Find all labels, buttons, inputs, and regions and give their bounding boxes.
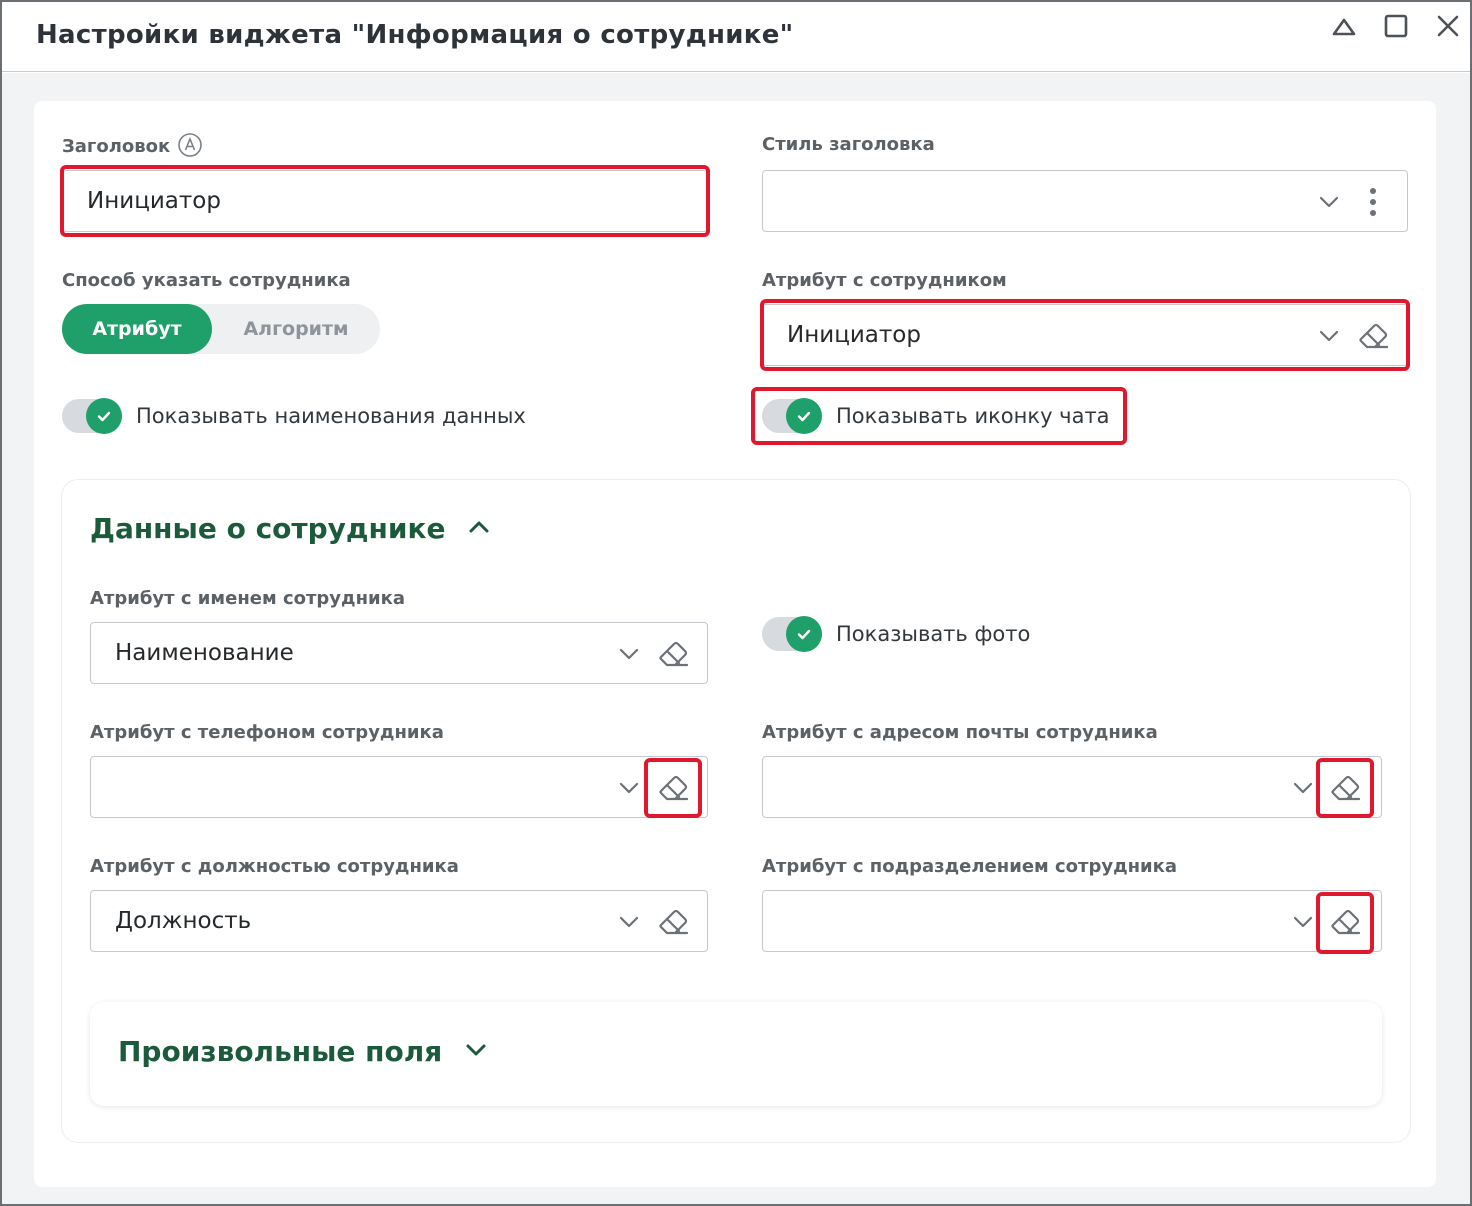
chevron-down-icon[interactable] (615, 774, 643, 802)
name-attr-label: Атрибут с именем сотрудника (90, 588, 405, 609)
employee-mode-label: Способ указать сотрудника (62, 270, 351, 291)
auto-icon[interactable] (177, 132, 203, 158)
show-chat-icon-label: Показывать иконку чата (836, 404, 1110, 428)
chevron-down-icon[interactable] (1289, 908, 1317, 936)
email-attr-select[interactable] (762, 756, 1382, 818)
show-photo-label: Показывать фото (836, 622, 1031, 646)
show-photo-toggle[interactable] (762, 616, 822, 652)
eraser-icon[interactable] (1327, 905, 1363, 939)
heading-label: Заголовок (62, 132, 203, 158)
heading-style-select[interactable] (762, 170, 1408, 232)
toggle-knob (786, 398, 822, 434)
chevron-down-icon[interactable] (1315, 188, 1343, 216)
employee-attr-select[interactable]: Инициатор (762, 304, 1408, 366)
show-data-names-toggle[interactable] (62, 398, 122, 434)
employee-attr-label: Атрибут с сотрудником (762, 270, 1007, 291)
check-icon (97, 411, 111, 422)
department-attr-label: Атрибут с подразделением сотрудника (762, 856, 1178, 877)
close-icon[interactable] (1432, 12, 1464, 42)
collapse-icon[interactable] (1328, 12, 1360, 42)
maximize-icon[interactable] (1380, 12, 1412, 42)
more-options-icon[interactable] (1363, 183, 1383, 221)
eraser-icon[interactable] (1327, 771, 1363, 805)
position-attr-value: Должность (115, 908, 252, 934)
show-chat-icon-toggle[interactable] (762, 398, 822, 434)
eraser-icon[interactable] (655, 771, 691, 805)
position-attr-select[interactable]: Должность (90, 890, 708, 952)
eraser-icon[interactable] (1355, 319, 1391, 353)
chevron-up-icon[interactable] (465, 515, 493, 539)
toggle-knob (86, 398, 122, 434)
employee-attr-value: Инициатор (787, 322, 921, 348)
employee-data-title: Данные о сотруднике (90, 512, 446, 545)
mode-attribute-button[interactable]: Атрибут (62, 304, 212, 354)
position-attr-label: Атрибут с должностью сотрудника (90, 856, 459, 877)
check-icon (797, 411, 811, 422)
phone-attr-select[interactable] (90, 756, 708, 818)
department-attr-select[interactable] (762, 890, 1382, 952)
show-data-names-label: Показывать наименования данных (136, 404, 526, 428)
settings-dialog: Настройки виджета "Информация о сотрудни… (0, 0, 1472, 1206)
name-attr-value: Наименование (115, 640, 294, 666)
eraser-icon[interactable] (655, 905, 691, 939)
name-attr-select[interactable]: Наименование (90, 622, 708, 684)
heading-input[interactable]: Инициатор (62, 170, 708, 232)
eraser-icon[interactable] (655, 637, 691, 671)
toggle-knob (786, 616, 822, 652)
phone-attr-label: Атрибут с телефоном сотрудника (90, 722, 444, 743)
dialog-titlebar: Настройки виджета "Информация о сотрудни… (2, 2, 1470, 72)
email-attr-label: Атрибут с адресом почты сотрудника (762, 722, 1158, 743)
employee-mode-switch: Атрибут Алгоритм (62, 304, 380, 354)
custom-fields-title: Произвольные поля (118, 1035, 443, 1068)
custom-fields-header[interactable]: Произвольные поля (118, 1035, 490, 1068)
chevron-down-icon[interactable] (615, 640, 643, 668)
employee-data-header[interactable]: Данные о сотруднике (90, 512, 493, 545)
chevron-down-icon[interactable] (1289, 774, 1317, 802)
mode-algorithm-button[interactable]: Алгоритм (212, 304, 380, 354)
chevron-down-icon[interactable] (1315, 322, 1343, 350)
heading-input-value: Инициатор (87, 188, 221, 214)
heading-style-label: Стиль заголовка (762, 134, 935, 155)
chevron-down-icon[interactable] (462, 1038, 490, 1062)
dialog-title: Настройки виджета "Информация о сотрудни… (36, 20, 794, 50)
chevron-down-icon[interactable] (615, 908, 643, 936)
check-icon (797, 629, 811, 640)
heading-label-text: Заголовок (62, 136, 171, 157)
